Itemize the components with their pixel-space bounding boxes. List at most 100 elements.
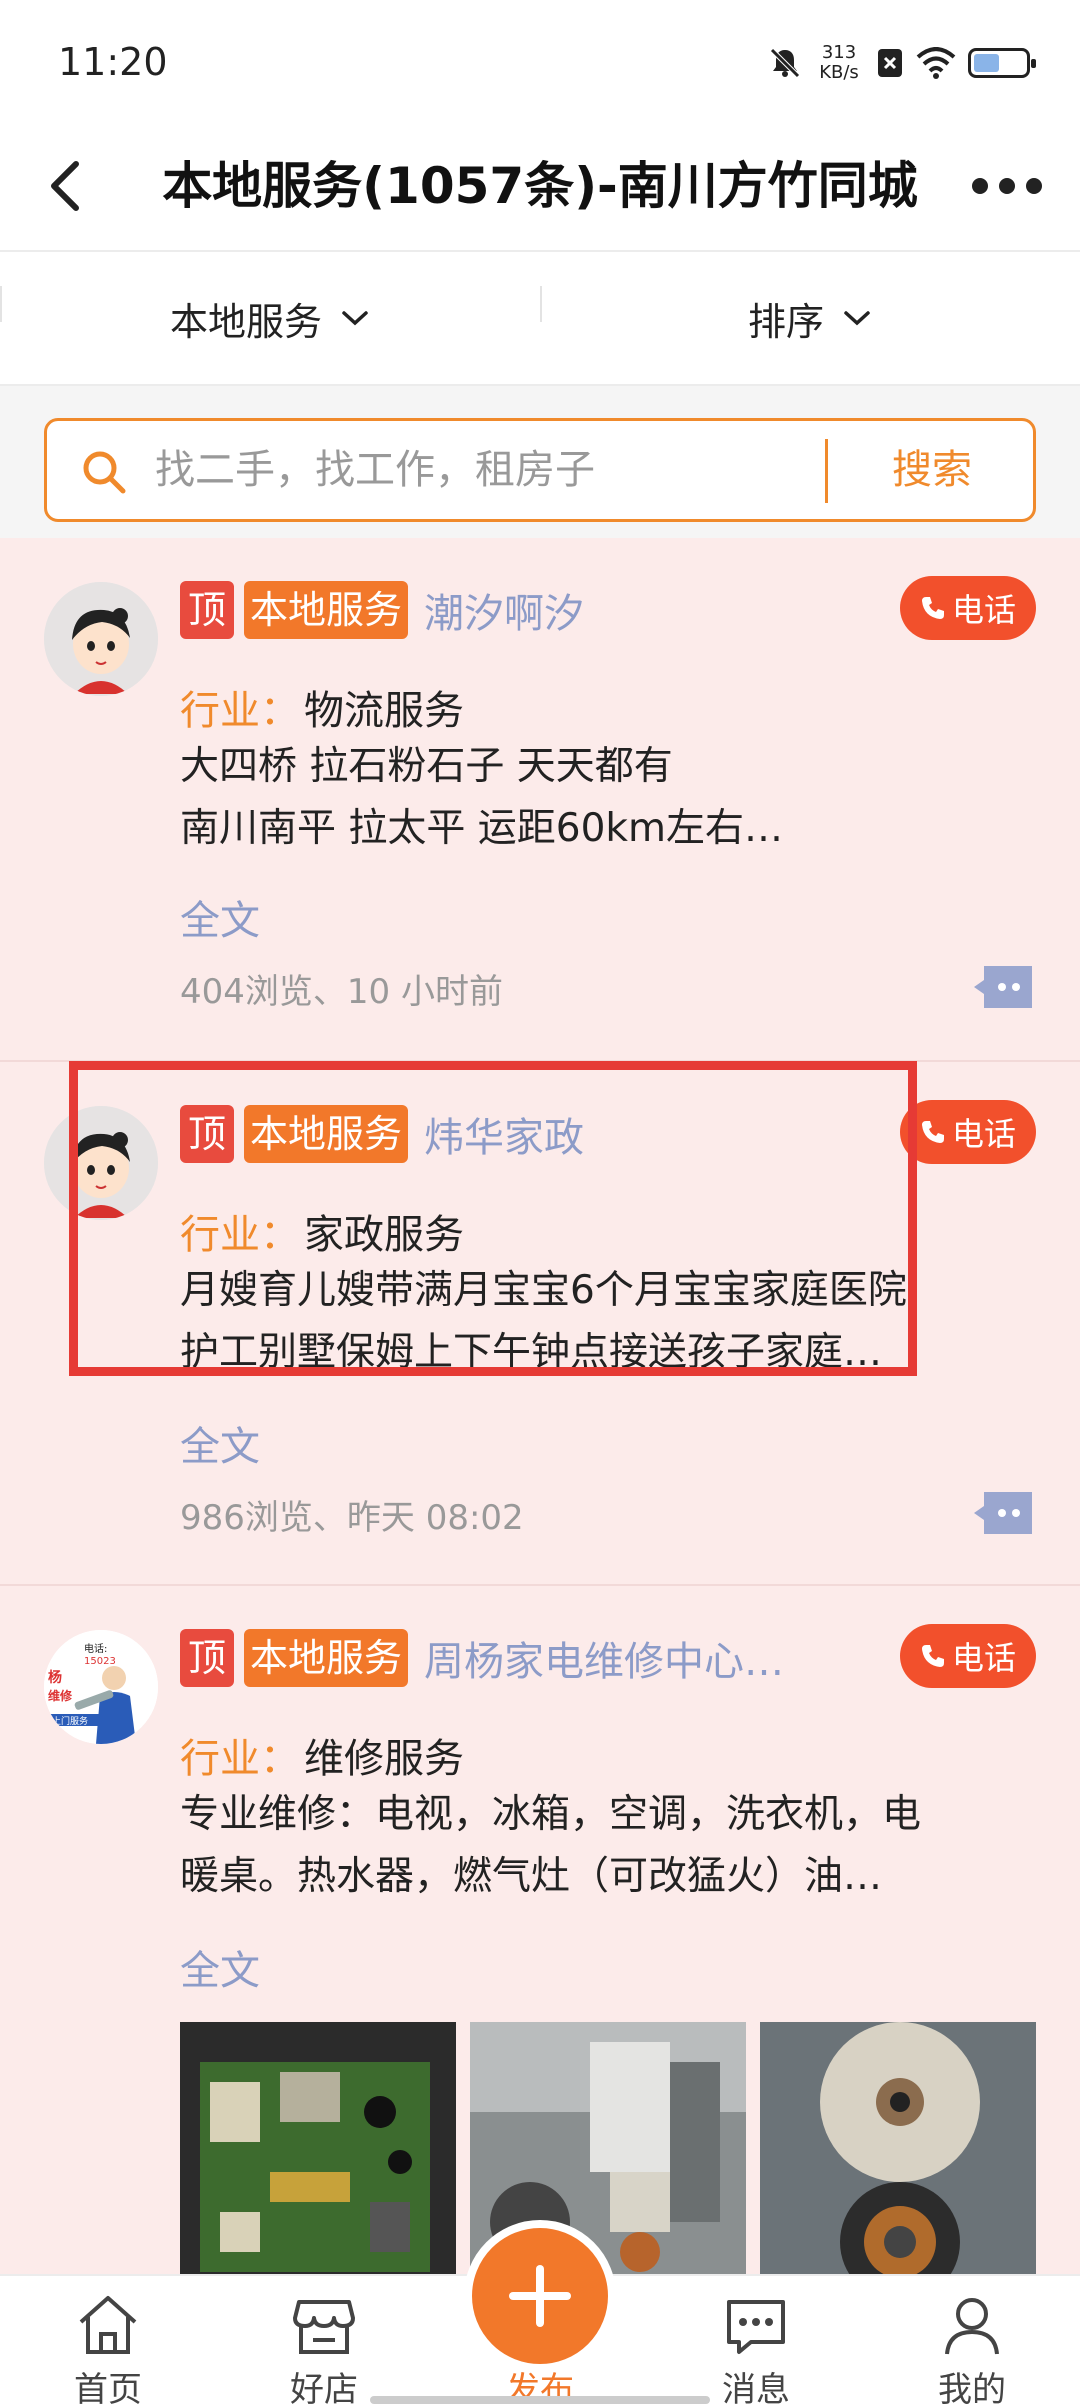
home-indicator xyxy=(370,2396,710,2404)
message-icon xyxy=(727,2300,785,2354)
listing-card[interactable]: 顶 本地服务 潮汐啊汐 电话 行业： 物流服务 大四桥 拉石粉石子 天天都有 南川… xyxy=(0,538,1080,1062)
nav-item-messages[interactable]: 消息 xyxy=(648,2276,864,2408)
page-title: 本地服务(1057条)-南川方竹同城 xyxy=(162,157,918,215)
listing-description: 月嫂育儿嫂带满月宝宝6个月宝宝家庭医院 护工别墅保姆上下午钟点接送孩子家庭… xyxy=(180,1260,1040,1384)
phone-icon xyxy=(921,597,944,619)
thumbnail-row xyxy=(180,2022,1036,2274)
svg-text:电话:: 电话: xyxy=(84,1642,107,1655)
phone-icon xyxy=(921,1645,944,1667)
top-tag: 顶 xyxy=(180,1629,235,1687)
call-button[interactable]: 电话 xyxy=(900,576,1036,640)
nav-item-me[interactable]: 我的 xyxy=(864,2276,1080,2408)
thumbnail-image[interactable] xyxy=(760,2022,1036,2274)
mute-icon xyxy=(770,48,800,78)
listing-description: 专业维修：电视，冰箱，空调，洗衣机，电 暖桌。热水器，燃气灶（可改猛火）油… xyxy=(180,1784,1040,1908)
tag-row: 顶 本地服务 潮汐啊汐 xyxy=(180,580,584,640)
svg-text:上门服务: 上门服务 xyxy=(52,1715,88,1727)
filter-bar: 本地服务 排序 xyxy=(0,252,1080,386)
nav-label: 首页 xyxy=(74,2370,142,2408)
industry: 行业： 维修服务 xyxy=(180,1726,464,1784)
listing-meta: 986浏览、昨天 08:02 xyxy=(180,1498,524,1538)
bottom-nav: 首页 好店 发布 消息 我的 xyxy=(0,2220,1080,2408)
chevron-down-icon xyxy=(342,311,368,326)
wifi-icon xyxy=(916,47,956,79)
listing-list[interactable]: 顶 本地服务 潮汐啊汐 电话 行业： 物流服务 大四桥 拉石粉石子 天天都有 南川… xyxy=(0,538,1080,2274)
search-divider xyxy=(825,439,828,503)
listing-meta: 404浏览、10 小时前 xyxy=(180,972,503,1012)
full-text-link[interactable]: 全文 xyxy=(180,1938,260,1996)
call-button[interactable]: 电话 xyxy=(900,1100,1036,1164)
publish-button[interactable] xyxy=(464,2220,616,2372)
full-text-link[interactable]: 全文 xyxy=(180,888,260,946)
call-label: 电话 xyxy=(951,1115,1016,1153)
call-button[interactable]: 电话 xyxy=(900,1624,1036,1688)
call-label: 电话 xyxy=(951,1639,1016,1677)
comment-icon[interactable] xyxy=(970,1488,1036,1538)
listing-card[interactable]: 顶 本地服务 炜华家政 电话 行业： 家政服务 月嫂育儿嫂带满月宝宝6个月宝宝家庭… xyxy=(0,1062,1080,1586)
filter-sort[interactable]: 排序 xyxy=(540,252,1080,384)
cartoon-avatar-icon xyxy=(44,582,158,696)
industry-value: 物流服务 xyxy=(304,688,464,734)
battery-fill xyxy=(974,54,1000,72)
user-icon xyxy=(945,2298,999,2355)
industry-value: 家政服务 xyxy=(304,1212,464,1258)
industry-label: 行业： xyxy=(180,688,300,734)
nav-item-publish[interactable]: 发布 xyxy=(432,2220,648,2408)
chevron-down-icon xyxy=(844,311,870,326)
tag-row: 顶 本地服务 周杨家电维修中心… xyxy=(180,1628,784,1688)
sim-off-icon xyxy=(878,49,902,77)
status-time: 11:20 xyxy=(58,40,168,84)
listing-card[interactable]: 电话: 15023 杨 维修 上门服务 顶 本地服务 周杨家电维修中心… 电话 … xyxy=(0,1586,1080,2274)
industry-label: 行业： xyxy=(180,1736,300,1782)
filter-category[interactable]: 本地服务 xyxy=(0,252,540,384)
category-tag: 本地服务 xyxy=(244,581,409,639)
search-box: 搜索 xyxy=(44,418,1036,522)
poster-name[interactable]: 周杨家电维修中心… xyxy=(424,1629,784,1687)
home-icon xyxy=(79,2296,137,2354)
industry-label: 行业： xyxy=(180,1212,300,1258)
filter-sort-label: 排序 xyxy=(747,299,824,344)
repairman-avatar-icon: 电话: 15023 杨 维修 上门服务 xyxy=(44,1630,158,1744)
tag-row: 顶 本地服务 炜华家政 xyxy=(180,1104,584,1164)
battery-icon xyxy=(968,48,1036,78)
poster-name[interactable]: 炜华家政 xyxy=(424,1105,584,1163)
poster-name[interactable]: 潮汐啊汐 xyxy=(424,581,584,639)
thumbnail-image[interactable] xyxy=(180,2022,456,2274)
top-tag: 顶 xyxy=(180,581,235,639)
nav-label: 我的 xyxy=(938,2370,1006,2408)
full-text-link[interactable]: 全文 xyxy=(180,1414,260,1472)
svg-text:杨: 杨 xyxy=(48,1669,62,1686)
industry: 行业： 家政服务 xyxy=(180,1202,464,1260)
header: 本地服务(1057条)-南川方竹同城 xyxy=(0,120,1080,252)
avatar[interactable]: 电话: 15023 杨 维修 上门服务 xyxy=(44,1630,158,1744)
avatar[interactable] xyxy=(44,1106,158,1220)
description-line: 大四桥 拉石粉石子 天天都有 xyxy=(180,744,673,789)
search-icon xyxy=(83,451,126,494)
category-tag: 本地服务 xyxy=(244,1629,409,1687)
divider xyxy=(0,286,2,322)
plus-icon xyxy=(509,2265,571,2327)
filter-category-label: 本地服务 xyxy=(169,299,322,344)
call-label: 电话 xyxy=(951,591,1016,629)
description-line: 护工别墅保姆上下午钟点接送孩子家庭… xyxy=(180,1330,883,1375)
search-button[interactable]: 搜索 xyxy=(829,421,1035,519)
search-input[interactable] xyxy=(155,421,755,519)
search-area: 搜索 xyxy=(0,386,1080,538)
description-line: 专业维修：电视，冰箱，空调，洗衣机，电 xyxy=(180,1792,922,1837)
svg-text:维修: 维修 xyxy=(48,1688,73,1703)
back-icon[interactable] xyxy=(28,146,108,226)
nav-item-shop[interactable]: 好店 xyxy=(216,2276,432,2408)
svg-text:15023: 15023 xyxy=(84,1656,116,1667)
status-bar: 11:20 313 KB/s xyxy=(0,0,1080,120)
shop-icon xyxy=(293,2300,355,2354)
status-icons: 313 KB/s xyxy=(768,38,1036,88)
more-icon[interactable] xyxy=(962,146,1052,226)
nav-item-home[interactable]: 首页 xyxy=(0,2276,216,2408)
industry: 行业： 物流服务 xyxy=(180,678,464,736)
avatar[interactable] xyxy=(44,582,158,696)
comment-icon[interactable] xyxy=(970,962,1036,1012)
listing-description: 大四桥 拉石粉石子 天天都有 南川南平 拉太平 运距60km左右… xyxy=(180,736,1040,860)
description-line: 暖桌。热水器，燃气灶（可改猛火）油… xyxy=(180,1854,883,1899)
description-line: 南川南平 拉太平 运距60km左右… xyxy=(180,806,783,851)
industry-value: 维修服务 xyxy=(304,1736,464,1782)
